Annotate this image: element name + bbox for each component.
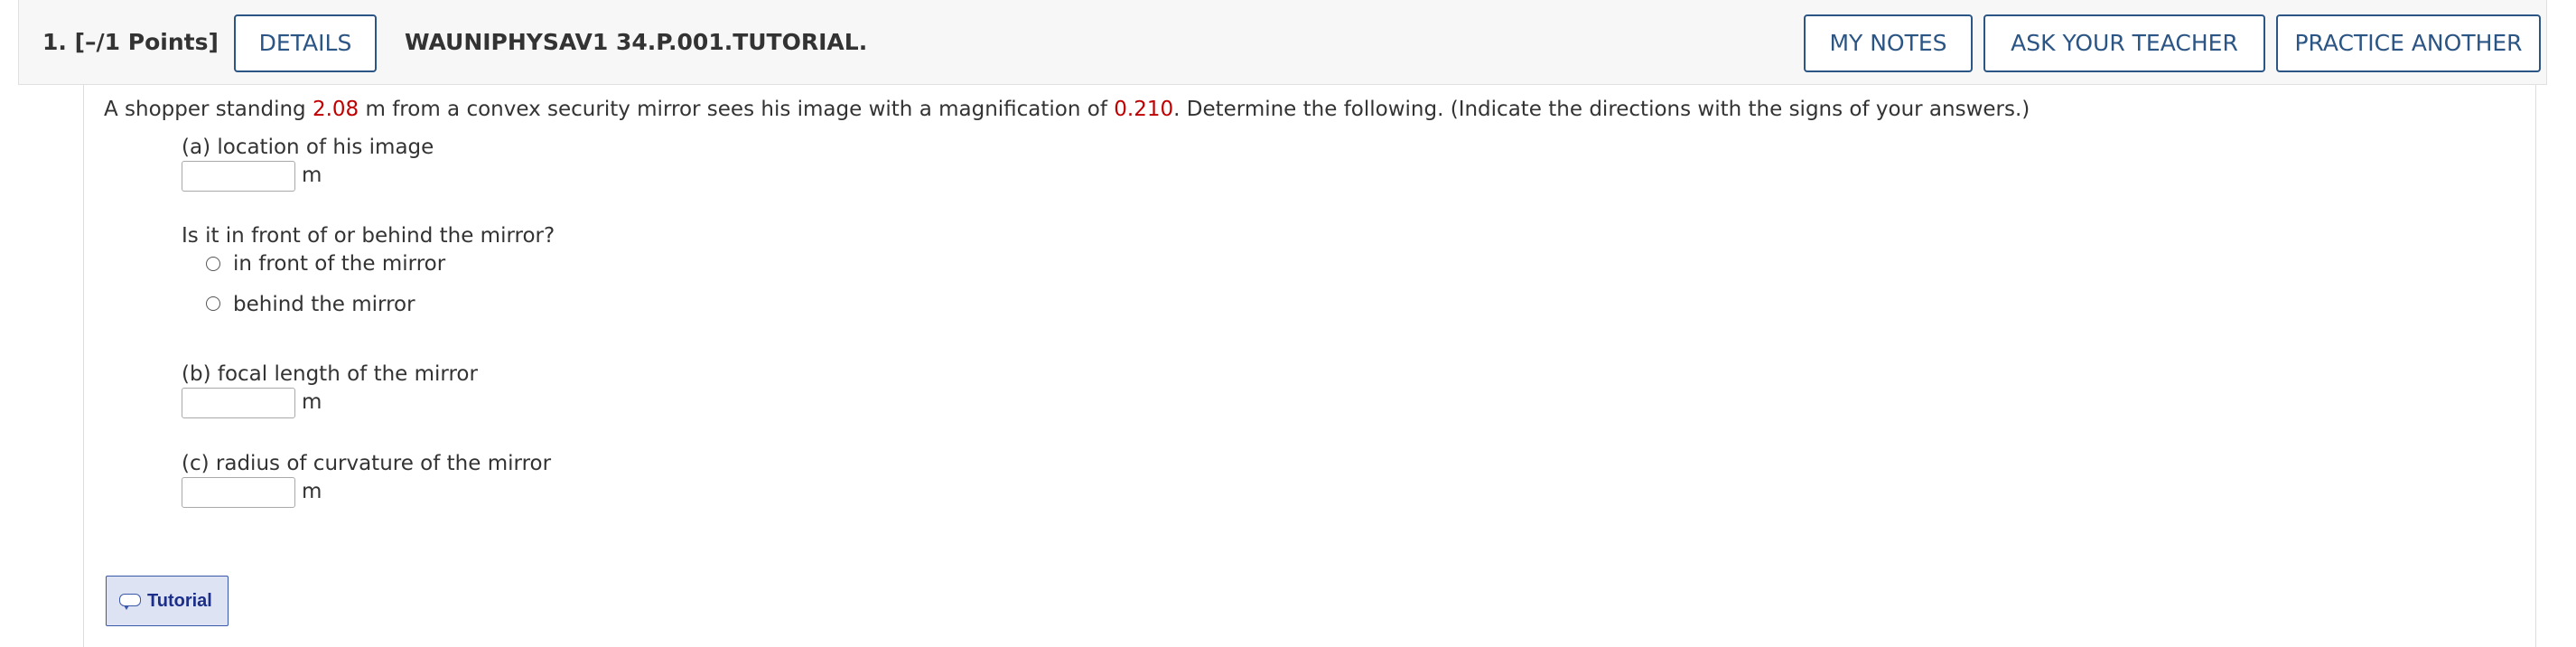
details-button[interactable]: DETAILS xyxy=(234,14,377,72)
part-b-label: (b) focal length of the mirror xyxy=(182,362,478,386)
focal-length-input[interactable] xyxy=(182,388,295,418)
tutorial-button[interactable]: Tutorial xyxy=(106,576,229,626)
radius-of-curvature-input[interactable] xyxy=(182,477,295,508)
practice-another-button[interactable]: PRACTICE ANOTHER xyxy=(2276,14,2541,72)
question-header: 1. [–/1 Points] DETAILS WAUNIPHYSAV1 34.… xyxy=(18,0,2547,85)
question-number: 1. xyxy=(42,29,67,55)
magnification-value: 0.210 xyxy=(1114,98,1174,121)
image-location-input[interactable] xyxy=(182,161,295,192)
behind-radio[interactable] xyxy=(206,296,220,311)
prompt-text-end: . Determine the following. (Indicate the… xyxy=(1173,98,2030,121)
my-notes-button[interactable]: MY NOTES xyxy=(1804,14,1973,72)
prompt-text-middle: m from a convex security mirror sees his… xyxy=(359,98,1115,121)
in-front-label: in front of the mirror xyxy=(233,252,446,276)
prompt-text-start: A shopper standing xyxy=(104,98,313,121)
ask-your-teacher-button[interactable]: ASK YOUR TEACHER xyxy=(1983,14,2265,72)
direction-question: Is it in front of or behind the mirror? xyxy=(182,224,555,248)
assignment-title: WAUNIPHYSAV1 34.P.001.TUTORIAL. xyxy=(405,29,868,55)
part-a-unit: m xyxy=(302,164,322,187)
tutorial-label: Tutorial xyxy=(147,591,212,611)
behind-label: behind the mirror xyxy=(233,293,415,316)
part-a-label: (a) location of his image xyxy=(182,136,434,159)
points-label: [–/1 Points] xyxy=(74,29,219,55)
part-c-label: (c) radius of curvature of the mirror xyxy=(182,452,552,475)
part-b-unit: m xyxy=(302,390,322,414)
question-prompt: A shopper standing 2.08 m from a convex … xyxy=(104,98,2030,121)
part-c-unit: m xyxy=(302,480,322,503)
in-front-radio[interactable] xyxy=(206,257,220,271)
question-body: A shopper standing 2.08 m from a convex … xyxy=(83,85,2536,647)
speech-bubble-icon xyxy=(119,594,141,610)
question-points: 1. [–/1 Points] xyxy=(42,0,219,85)
distance-value: 2.08 xyxy=(312,98,359,121)
